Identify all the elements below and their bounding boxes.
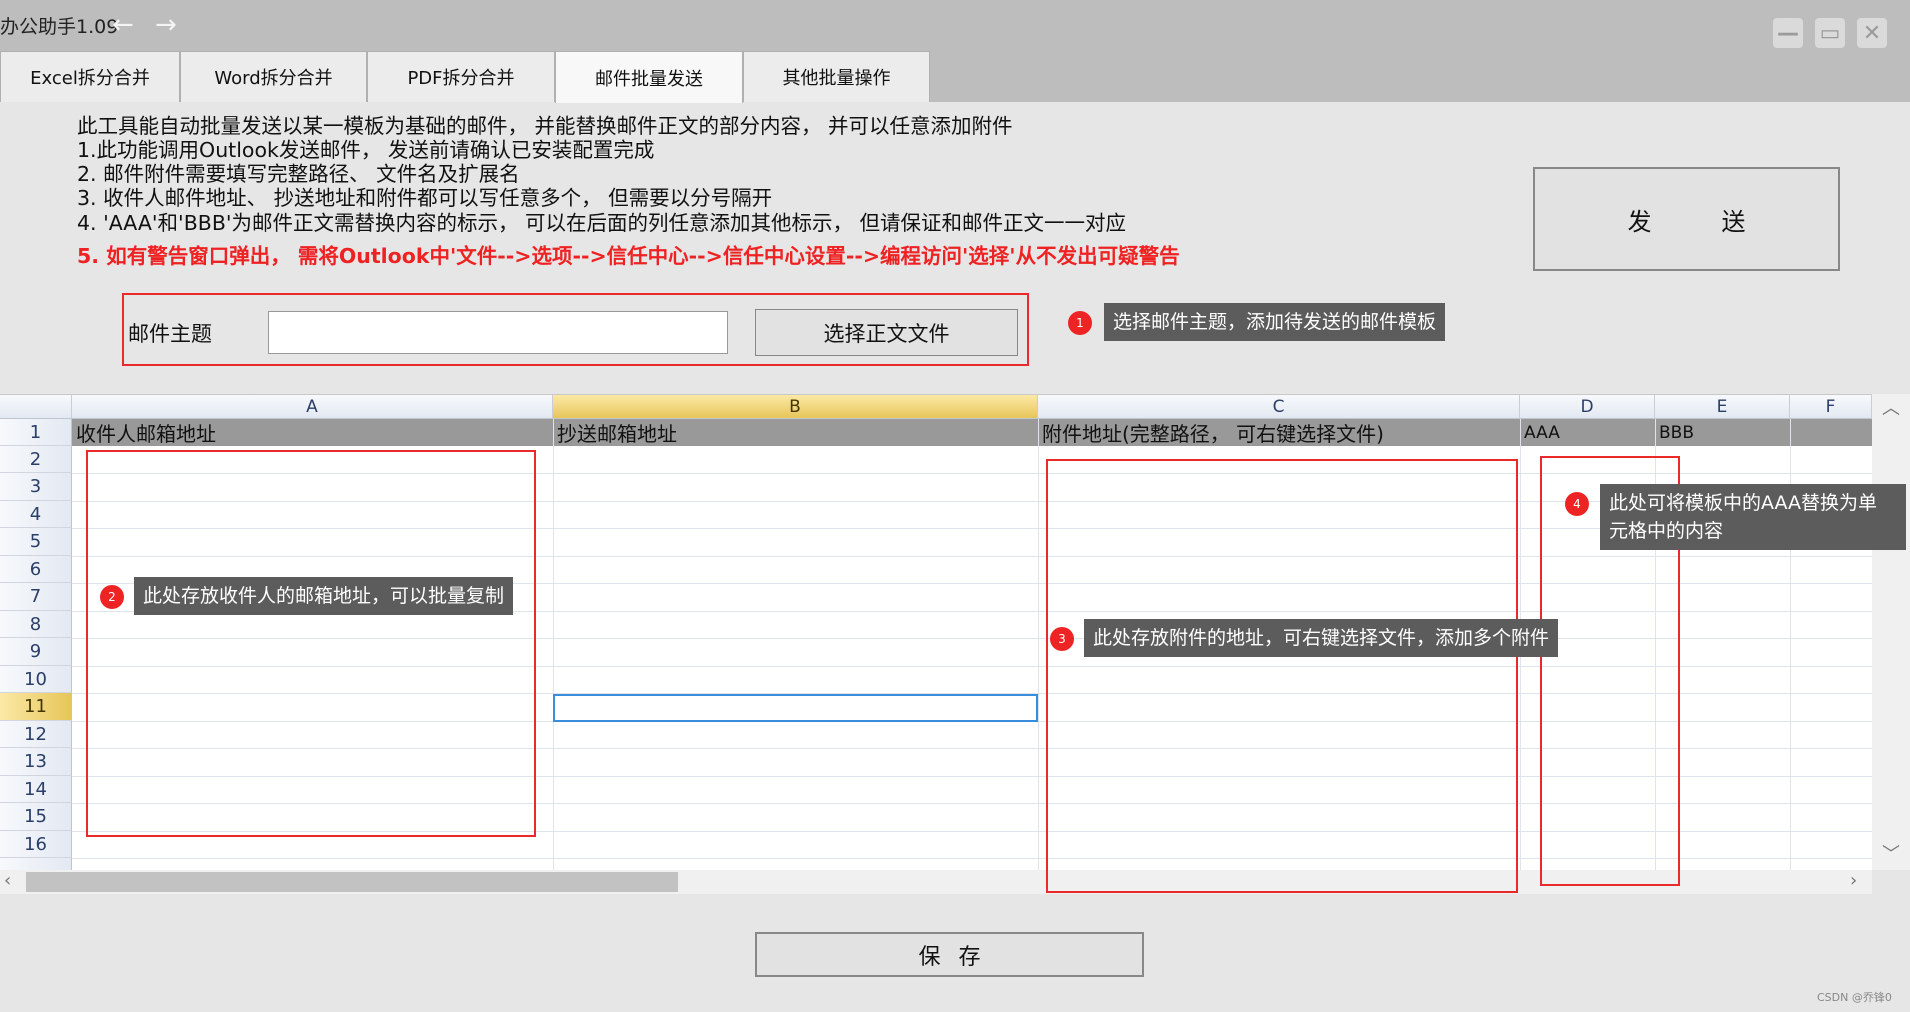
annotation-badge-2: 2 xyxy=(100,585,124,609)
annotation-badge-4: 4 xyxy=(1565,492,1589,516)
annotation-badge-3: 3 xyxy=(1050,627,1074,651)
grid-line xyxy=(1038,419,1039,871)
header-cell-bbb[interactable]: BBB xyxy=(1655,419,1694,446)
select-all-corner[interactable] xyxy=(0,395,72,419)
scroll-right-icon[interactable]: › xyxy=(1850,870,1857,891)
selected-cell-b11[interactable] xyxy=(553,694,1038,722)
minimize-icon[interactable]: — xyxy=(1773,18,1803,48)
vertical-scrollbar[interactable]: ︿ ﹀ xyxy=(1872,394,1910,870)
row-header[interactable]: 1 xyxy=(0,419,72,446)
tab-excel[interactable]: Excel拆分合并 xyxy=(0,51,180,102)
column-header-f[interactable]: F xyxy=(1790,395,1872,419)
tab-bar: Excel拆分合并 Word拆分合并 PDF拆分合并 邮件批量发送 其他批量操作 xyxy=(0,51,1910,103)
annotation-badge-1: 1 xyxy=(1068,311,1092,335)
forward-arrow-icon[interactable]: → xyxy=(155,12,177,38)
row-header[interactable]: 3 xyxy=(0,473,72,501)
annotation-box-2 xyxy=(86,450,536,837)
header-cell-attachment[interactable]: 附件地址(完整路径， 可右键选择文件) xyxy=(1038,419,1384,446)
column-header-c[interactable]: C xyxy=(1038,395,1520,419)
save-button[interactable]: 保存 xyxy=(755,932,1144,977)
tab-email-batch[interactable]: 邮件批量发送 xyxy=(555,51,743,103)
annotation-tooltip-4-line2: 元格中的内容 xyxy=(1609,520,1724,542)
sheet-header-row: 收件人邮箱地址 抄送邮箱地址 附件地址(完整路径， 可右键选择文件) AAA B… xyxy=(72,419,1872,446)
instruction-line: 3. 收件人邮件地址、 抄送地址和附件都可以写任意多个， 但需要以分号隔开 xyxy=(77,186,773,210)
header-cell-recipient[interactable]: 收件人邮箱地址 xyxy=(72,419,216,446)
annotation-tooltip-2: 此处存放收件人的邮箱地址，可以批量复制 xyxy=(134,577,514,615)
header-cell-cc[interactable]: 抄送邮箱地址 xyxy=(553,419,677,446)
column-header-e[interactable]: E xyxy=(1655,395,1790,419)
close-icon[interactable]: ✕ xyxy=(1857,18,1887,48)
annotation-tooltip-1: 选择邮件主题，添加待发送的邮件模板 xyxy=(1104,303,1446,341)
tab-pdf[interactable]: PDF拆分合并 xyxy=(367,51,555,102)
instruction-line: 4. 'AAA'和'BBB'为邮件正文需替换内容的标示， 可以在后面的列任意添加… xyxy=(77,211,1127,235)
row-header[interactable]: 4 xyxy=(0,501,72,528)
column-header-d[interactable]: D xyxy=(1520,395,1655,419)
row-header[interactable]: 13 xyxy=(0,748,72,776)
annotation-tooltip-4: 此处可将模板中的AAA替换为单 元格中的内容 xyxy=(1600,484,1906,550)
subject-input[interactable] xyxy=(268,311,728,354)
choose-body-file-button[interactable]: 选择正文文件 xyxy=(755,309,1018,356)
maximize-icon[interactable]: ▭ xyxy=(1815,18,1845,48)
app-title: 办公助手1.09 xyxy=(0,16,119,38)
row-header[interactable]: 8 xyxy=(0,611,72,638)
column-header-b[interactable]: B xyxy=(553,395,1038,419)
instruction-line: 1.此功能调用Outlook发送邮件， 发送前请确认已安装配置完成 xyxy=(77,138,655,162)
row-header[interactable]: 5 xyxy=(0,528,72,556)
horizontal-scroll-thumb[interactable] xyxy=(26,872,678,892)
back-arrow-icon[interactable]: ← xyxy=(112,12,134,38)
title-bar: 办公助手1.09 ← → — ▭ ✕ xyxy=(0,0,1910,51)
annotation-box-3 xyxy=(1046,459,1518,893)
row-header[interactable]: 16 xyxy=(0,831,72,858)
scroll-left-icon[interactable]: ‹ xyxy=(4,870,11,891)
row-header[interactable]: 6 xyxy=(0,556,72,583)
annotation-tooltip-4-line1: 此处可将模板中的AAA替换为单 xyxy=(1609,492,1878,514)
row-header[interactable]: 10 xyxy=(0,666,72,693)
tab-other-batch[interactable]: 其他批量操作 xyxy=(743,51,930,102)
column-header-a[interactable]: A xyxy=(72,395,553,419)
annotation-tooltip-3: 此处存放附件的地址，可右键选择文件，添加多个附件 xyxy=(1084,619,1559,657)
scroll-down-icon[interactable]: ﹀ xyxy=(1882,840,1900,866)
scroll-up-icon[interactable]: ︿ xyxy=(1882,394,1900,420)
send-button[interactable]: 发送 xyxy=(1533,167,1840,271)
row-header[interactable]: 11 xyxy=(0,693,72,721)
watermark: CSDN @乔锋0 xyxy=(1817,991,1892,1004)
header-cell-aaa[interactable]: AAA xyxy=(1520,419,1560,446)
row-header[interactable]: 9 xyxy=(0,638,72,666)
row-header[interactable]: 12 xyxy=(0,721,72,748)
tab-word[interactable]: Word拆分合并 xyxy=(180,51,367,102)
instruction-line: 此工具能自动批量发送以某一模板为基础的邮件， 并能替换邮件正文的部分内容， 并可… xyxy=(77,114,1013,138)
warning-instruction: 5. 如有警告窗口弹出， 需将Outlook中'文件-->选项-->信任中心--… xyxy=(77,244,1180,268)
subject-label: 邮件主题 xyxy=(128,322,212,346)
row-header[interactable]: 15 xyxy=(0,803,72,831)
row-header[interactable]: 7 xyxy=(0,583,72,611)
instruction-line: 2. 邮件附件需要填写完整路径、 文件名及扩展名 xyxy=(77,162,520,186)
row-header[interactable]: 2 xyxy=(0,446,72,473)
row-header[interactable]: 14 xyxy=(0,776,72,803)
grid-line xyxy=(553,419,554,871)
